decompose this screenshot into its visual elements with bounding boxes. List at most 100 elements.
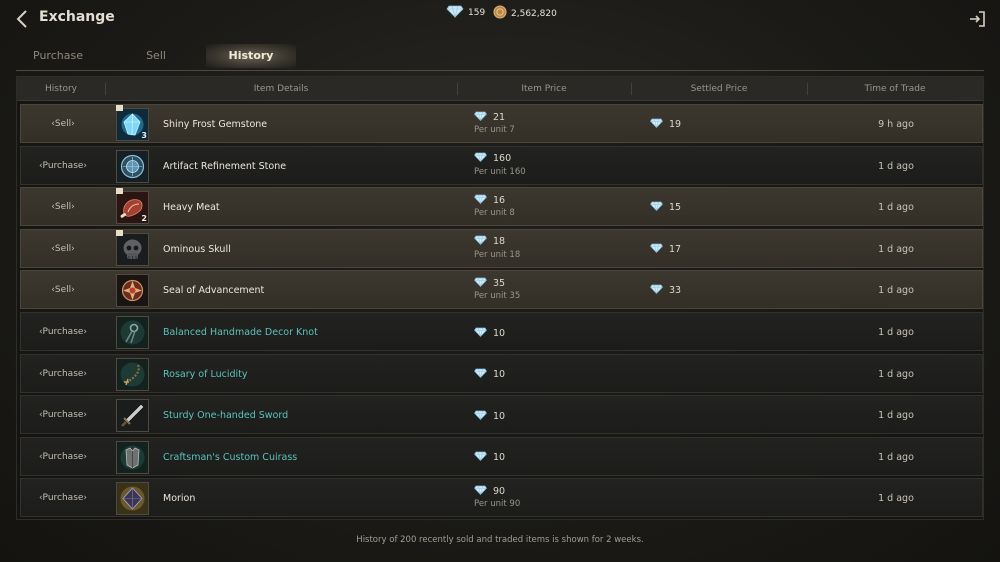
settled-amount: 17: [669, 243, 682, 255]
trade-time: 1 d ago: [878, 451, 914, 463]
item-price: 10: [474, 318, 614, 340]
price-per-unit: Per unit 8: [474, 208, 515, 219]
item-name: Balanced Handmade Decor Knot: [163, 327, 318, 338]
tab-purchase[interactable]: Purchase: [20, 44, 96, 68]
trade-type: ‹Purchase›: [38, 493, 88, 504]
price-total: 160: [493, 153, 512, 165]
trade-time: 1 d ago: [878, 368, 914, 380]
gold-balance: 2,562,820: [493, 5, 557, 22]
table-row[interactable]: ‹Sell› 3 Shiny Frost Gemstone 21 Per unit 7 1…: [20, 104, 983, 143]
header-time-of-trade: Time of Trade: [864, 84, 926, 94]
blue-diamond-icon: [474, 368, 487, 381]
table-row[interactable]: ‹Sell› Ominous Skull 18 Per unit 18 17 1 d ag…: [20, 228, 983, 269]
price-per-unit: Per unit 18: [474, 249, 521, 260]
table-row[interactable]: ‹Purchase› Rosary of Lucidity 10 1 d ago: [20, 353, 983, 393]
blue-diamond-icon: [650, 243, 663, 256]
table-row[interactable]: ‹Sell› Seal of Advancement 35 Per unit 35 33…: [20, 270, 983, 310]
price-total: 18: [493, 236, 506, 248]
item-price: 10: [474, 443, 614, 465]
blue-diamond-icon: [474, 410, 487, 423]
table-row[interactable]: ‹Purchase› Balanced Handmade Decor Knot 10…: [20, 312, 983, 351]
tab-history[interactable]: History: [206, 44, 296, 68]
blue-diamond-icon: [474, 152, 487, 165]
price-total: 35: [493, 277, 506, 289]
settled-price: 19: [650, 105, 681, 144]
trade-type: ‹Sell›: [51, 202, 75, 213]
price-total: 10: [493, 369, 506, 381]
settled-amount: 19: [669, 119, 682, 130]
blue-diamond-icon: [474, 235, 487, 248]
price-per-unit: Per unit 160: [474, 166, 526, 177]
trade-time: 1 d ago: [878, 243, 914, 255]
top-bar: Exchange 159 2,562,820: [0, 0, 1000, 40]
blue-diamond-icon: [446, 5, 464, 21]
item-name: Shiny Frost Gemstone: [163, 119, 268, 130]
exit-icon[interactable]: [967, 9, 987, 29]
trade-time: 1 d ago: [878, 285, 914, 297]
price-total: 10: [493, 452, 506, 464]
gold-amount: 2,562,820: [511, 8, 557, 19]
seal-icon: [116, 274, 149, 308]
settled-amount: 15: [669, 202, 682, 214]
trade-time: 1 d ago: [878, 202, 914, 214]
item-price: 10: [474, 401, 614, 423]
table-row[interactable]: ‹Purchase› Morion 90 Per unit 90 1 d ago: [20, 478, 983, 518]
trade-type: ‹Purchase›: [38, 368, 88, 379]
sword-icon: [116, 399, 149, 433]
item-name: Ominous Skull: [163, 243, 231, 255]
trade-time: 1 d ago: [878, 327, 914, 338]
item-price: 35 Per unit 35: [474, 276, 614, 301]
page-title: Exchange: [39, 9, 115, 25]
item-price: 18 Per unit 18: [474, 235, 614, 260]
trade-type: ‹Sell›: [51, 285, 75, 296]
trade-type: ‹Purchase›: [38, 410, 88, 421]
price-total: 10: [493, 327, 506, 339]
trade-time: 1 d ago: [878, 493, 914, 505]
trade-type: ‹Sell›: [51, 243, 75, 254]
gold-coin-icon: [493, 5, 507, 22]
tab-divider: [16, 70, 984, 71]
blue-diamond-icon: [474, 485, 487, 498]
table-row[interactable]: ‹Purchase› Craftsman's Custom Cuirass 10 1 …: [20, 436, 983, 476]
meat-icon: 2: [116, 191, 149, 225]
trade-type: ‹Purchase›: [38, 327, 88, 337]
tab-sell[interactable]: Sell: [126, 44, 186, 68]
table-header: History Item Details Item Price Settled …: [17, 77, 983, 101]
gem-balance: 159: [446, 5, 485, 21]
price-per-unit: Per unit 35: [474, 291, 521, 302]
price-per-unit: Per unit 7: [474, 125, 515, 135]
item-price: 90 Per unit 90: [474, 484, 614, 509]
item-name: Sturdy One-handed Sword: [163, 410, 289, 422]
gem-amount: 159: [468, 8, 486, 18]
blue-diamond-icon: [474, 277, 487, 290]
trade-type: ‹Sell›: [51, 119, 75, 129]
settled-price: 17: [650, 230, 681, 269]
price-per-unit: Per unit 90: [474, 499, 521, 510]
table-row[interactable]: ‹Sell› 2 Heavy Meat 16 Per unit 8 15 1 d ago: [20, 187, 983, 227]
item-name: Craftsman's Custom Cuirass: [163, 451, 298, 463]
header-settled-price: Settled Price: [690, 84, 748, 94]
blue-diamond-icon: [650, 118, 663, 131]
footer-note: History of 200 recently sold and traded …: [356, 535, 644, 545]
item-name: Morion: [163, 493, 196, 505]
item-name: Artifact Refinement Stone: [163, 160, 287, 172]
table-row[interactable]: ‹Purchase› Artifact Refinement Stone 160 Pe…: [20, 145, 983, 185]
item-name: Seal of Advancement: [163, 285, 265, 297]
item-price: 21 Per unit 7: [474, 110, 614, 135]
item-name: Heavy Meat: [163, 202, 220, 214]
settled-amount: 33: [669, 285, 682, 297]
tab-bar: Purchase Sell History: [16, 44, 984, 70]
back-arrow-icon[interactable]: [14, 9, 32, 29]
item-quantity: 2: [141, 214, 147, 224]
price-total: 16: [493, 194, 506, 206]
bound-flag-icon: [116, 229, 123, 236]
decor-knot-icon: [116, 316, 149, 349]
blue-diamond-icon: [474, 451, 487, 464]
bound-flag-icon: [116, 188, 123, 195]
table-row[interactable]: ‹Purchase› Sturdy One-handed Sword 10 1 d a…: [20, 395, 983, 435]
trade-time: 9 h ago: [878, 119, 914, 130]
skull-icon: [116, 232, 149, 266]
trade-type: ‹Purchase›: [38, 451, 88, 462]
trade-time: 1 d ago: [878, 410, 914, 422]
header-item-price: Item Price: [521, 84, 567, 94]
